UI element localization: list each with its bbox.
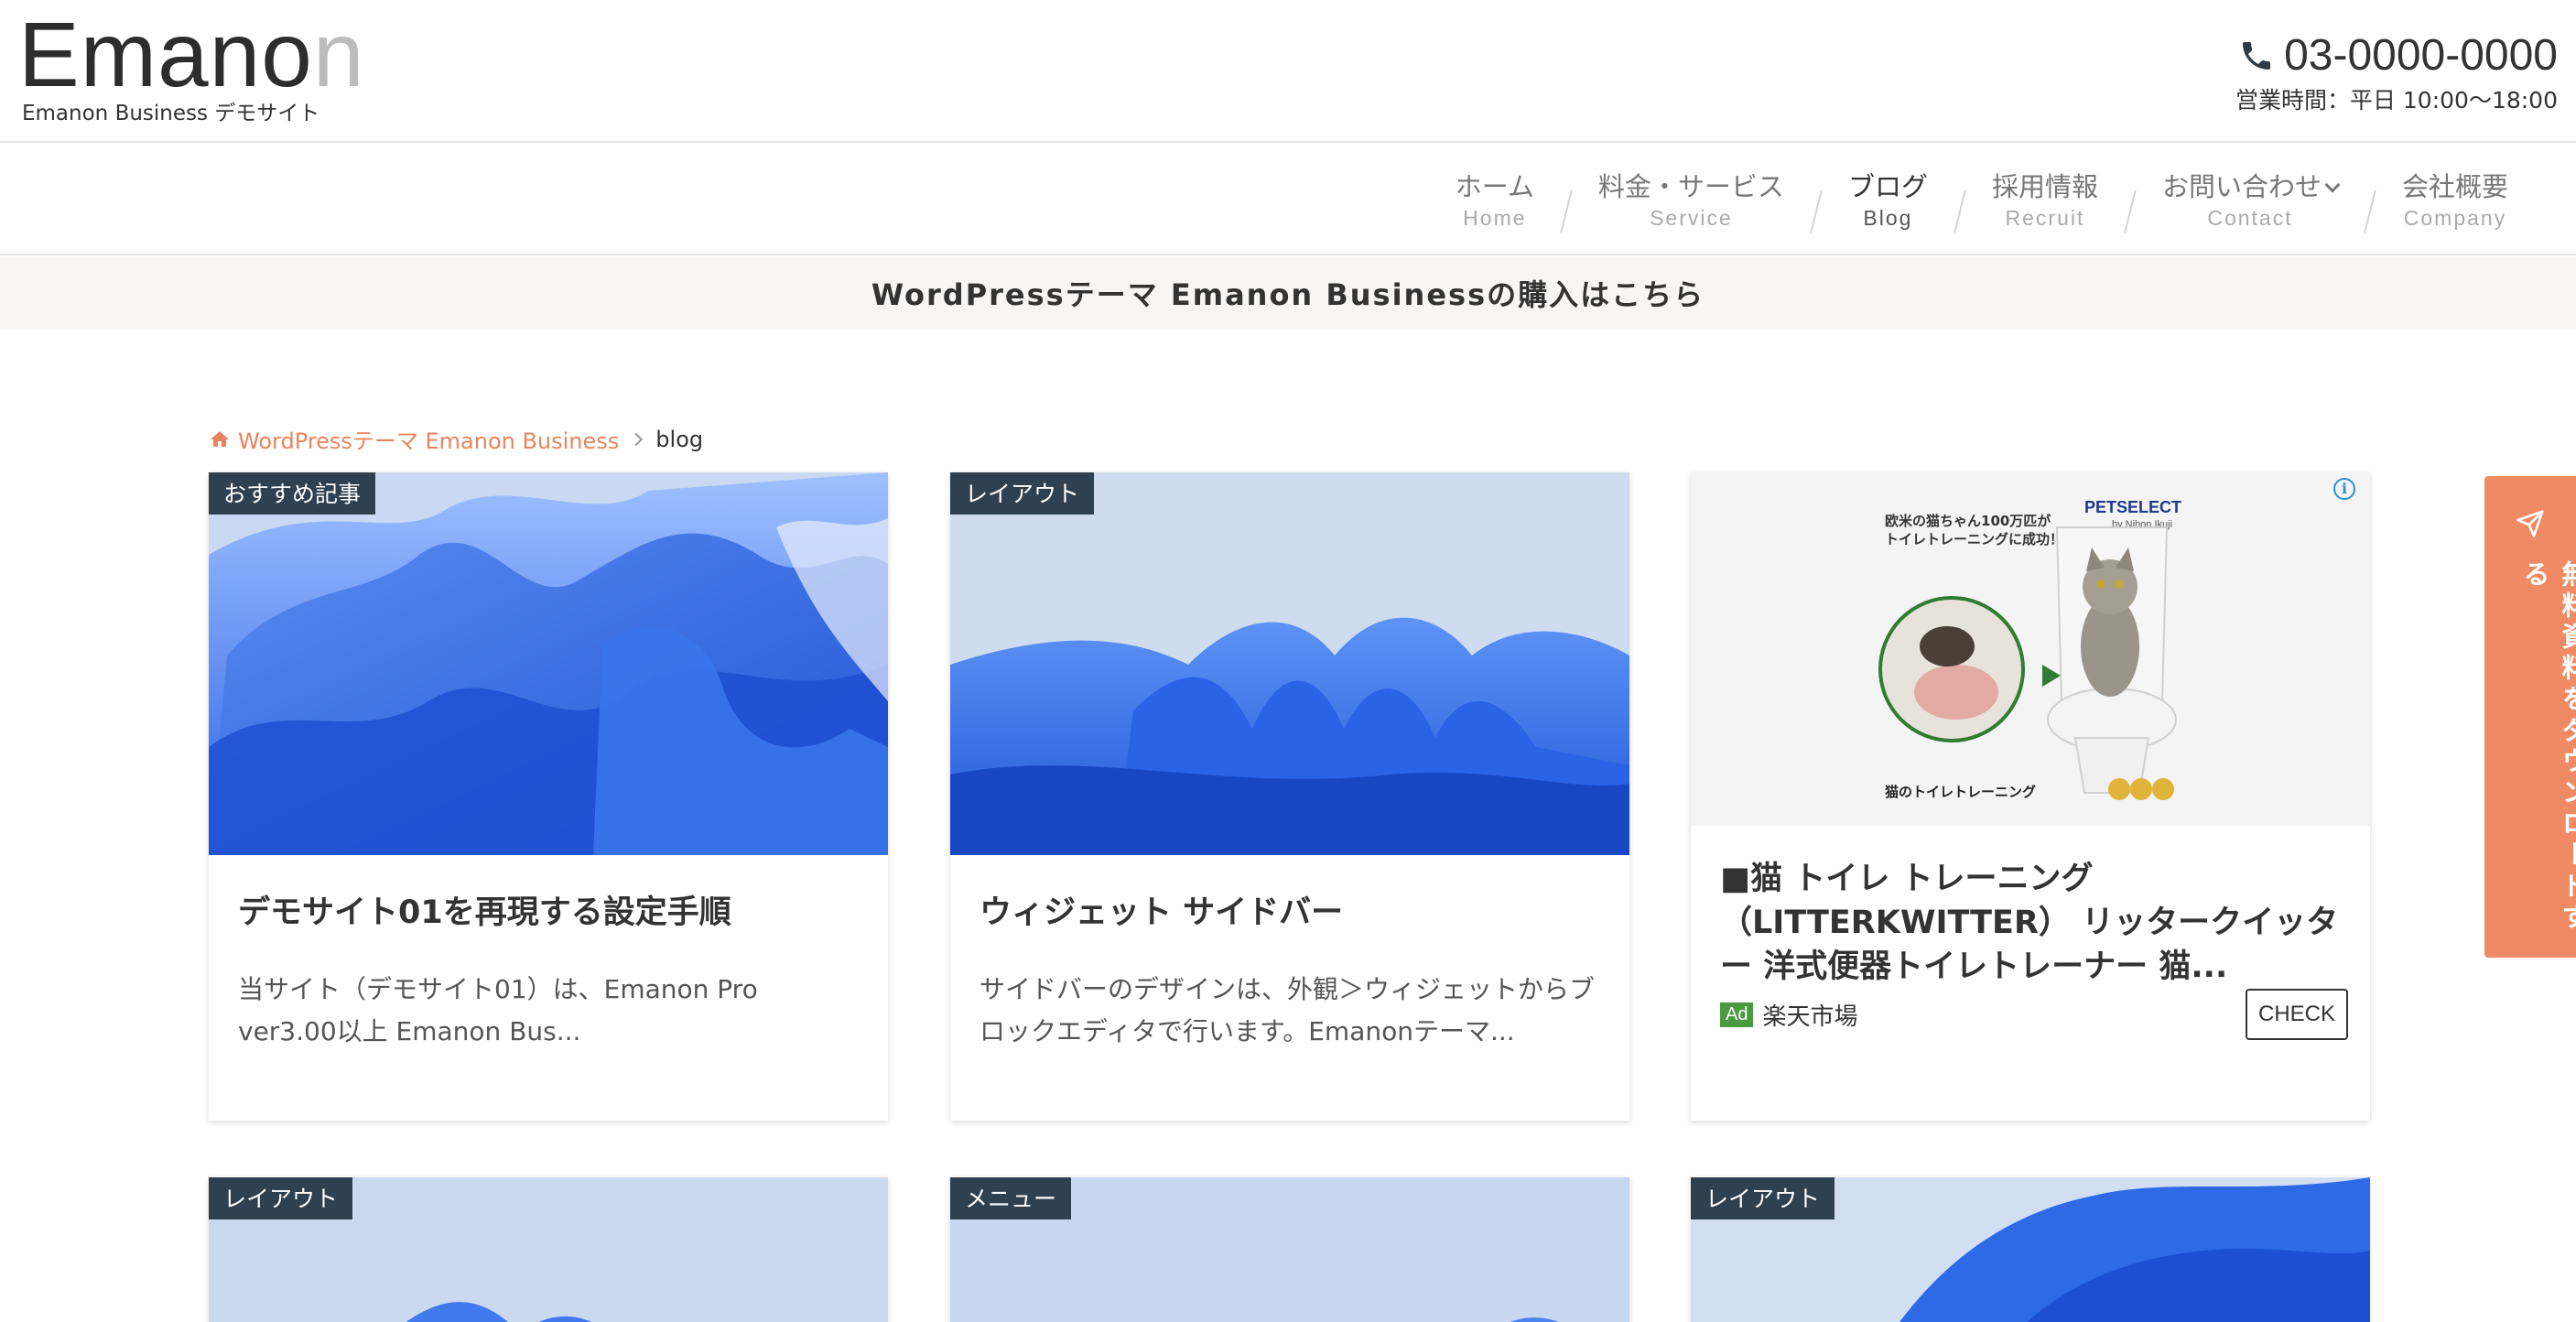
phone-number[interactable]: 03-0000-0000 [2284, 31, 2558, 81]
ad-image[interactable]: 欧米の猫ちゃん100万匹が トイレトレーニングに成功！ PETSELECT by… [1691, 472, 2370, 826]
category-label[interactable]: メニュー [950, 1177, 1072, 1219]
ad-card[interactable]: i 欧米の猫ちゃん100万匹が トイレトレーニングに成功！ PETSELECT … [1691, 472, 2370, 1121]
nav-label: 料金・サービス [1597, 171, 1784, 202]
nav-sublabel: Contact [2207, 206, 2293, 230]
post-thumbnail: メニュー [950, 1177, 1629, 1322]
send-icon [2516, 510, 2544, 537]
category-label[interactable]: おすすめ記事 [209, 472, 376, 515]
ad-badge: Ad [1720, 1002, 1754, 1027]
post-title[interactable]: デモサイト01を再現する設定手順 [238, 890, 859, 936]
post-thumbnail: レイアウト [1691, 1177, 2370, 1322]
nav-sublabel: Recruit [2005, 206, 2085, 230]
post-card[interactable]: メニュー [950, 1177, 1629, 1322]
post-card[interactable]: レイアウト [209, 1177, 888, 1322]
ad-image-area: i 欧米の猫ちゃん100万匹が トイレトレーニングに成功！ PETSELECT … [1691, 472, 2370, 826]
site-header: Emanon Emanon Business デモサイト 03-0000-000… [0, 0, 2576, 143]
post-excerpt: サイドバーのデザインは、外観＞ウィジェットからブロックエディタで行います。Ema… [980, 974, 1596, 1046]
category-label[interactable]: レイアウト [1691, 1177, 1835, 1219]
breadcrumb-current: blog [655, 426, 704, 452]
phone-icon [2243, 42, 2271, 70]
ad-image-brand: PETSELECT [2084, 498, 2181, 516]
info-icon[interactable]: i [2333, 478, 2355, 500]
breadcrumb: WordPressテーマ Emanon Business blog [209, 423, 703, 455]
logo-wordmark: Emanon [18, 4, 365, 106]
nav-item-recruit[interactable]: 採用情報 Recruit [1961, 169, 2129, 231]
nav-item-home[interactable]: ホーム Home [1424, 169, 1565, 231]
ad-title[interactable]: ■猫 トイレ トレーニング （LITTERKWITTER） リッタークイッター … [1691, 826, 2370, 989]
ad-image-headline: 欧米の猫ちゃん100万匹が [1885, 513, 2051, 529]
nav-item-service[interactable]: 料金・サービス Service [1567, 169, 1815, 231]
nav-label: ブログ [1847, 171, 1928, 202]
post-excerpt: 当サイト（デモサイト01）は、Emanon Pro ver3.00以上 Eman… [238, 974, 758, 1046]
download-side-tab-label: 無料資料をダウンロードする [2519, 560, 2576, 934]
nav-sublabel: Blog [1863, 206, 1913, 230]
download-side-tab[interactable]: 無料資料をダウンロードする [2484, 476, 2576, 958]
ad-image-headline: トイレトレーニングに成功！ [1885, 531, 2063, 547]
category-label[interactable]: レイアウト [950, 472, 1095, 515]
logo-subtitle: Emanon Business デモサイト [22, 102, 320, 125]
post-title[interactable]: ウィジェット サイドバー [980, 890, 1600, 936]
breadcrumb-home[interactable]: WordPressテーマ Emanon Business [238, 423, 619, 455]
nav-label: ホーム [1455, 171, 1534, 202]
category-label[interactable]: レイアウト [209, 1177, 353, 1219]
post-thumbnail: レイアウト [950, 472, 1629, 855]
ad-image-caption: 猫のトイレトレーニング [1885, 784, 2036, 800]
chevron-down-icon [2324, 177, 2341, 193]
nav-item-contact[interactable]: お問い合わせ Contact [2131, 169, 2369, 231]
check-button[interactable]: CHECK [2245, 989, 2348, 1040]
nav-label: お問い合わせ [2162, 169, 2341, 204]
post-thumbnail: おすすめ記事 [209, 472, 888, 855]
post-card[interactable]: おすすめ記事 デモサイト01を再現する設定手順 当サイト（デモサイト01）は、E… [209, 472, 888, 1121]
purchase-banner: WordPressテーマ Emanon Businessの購入はこちら [0, 256, 2576, 330]
site-logo[interactable]: Emanon Emanon Business デモサイト [18, 4, 365, 125]
business-hours: 営業時間：平日 10:00〜18:00 [2235, 87, 2558, 114]
nav-sublabel: Service [1650, 206, 1733, 230]
nav-sublabel: Company [2403, 206, 2507, 230]
nav-label: 会社概要 [2401, 171, 2508, 202]
purchase-banner-link[interactable]: WordPressテーマ Emanon Businessの購入はこちら [871, 272, 1705, 314]
home-icon [211, 430, 229, 447]
global-nav: ホーム Home 料金・サービス Service ブログ Blog 採用情報 R… [0, 144, 2576, 255]
nav-item-company[interactable]: 会社概要 Company [2371, 169, 2539, 231]
nav-label: 採用情報 [1991, 171, 2098, 202]
post-card[interactable]: レイアウト [1691, 1177, 2370, 1322]
chevron-right-icon [630, 432, 644, 446]
ad-shop-name: 楽天市場 [1762, 1002, 1858, 1031]
ad-footer: Ad 楽天市場 CHECK [1720, 989, 2348, 1040]
nav-sublabel: Home [1463, 206, 1527, 230]
nav-item-blog[interactable]: ブログ Blog [1817, 169, 1959, 231]
post-card[interactable]: レイアウト ウィジェット サイドバー サイドバーのデザインは、外観＞ウィジェット… [950, 472, 1629, 1121]
header-contact: 03-0000-0000 営業時間：平日 10:00〜18:00 [2235, 31, 2558, 115]
post-thumbnail: レイアウト [209, 1177, 888, 1322]
